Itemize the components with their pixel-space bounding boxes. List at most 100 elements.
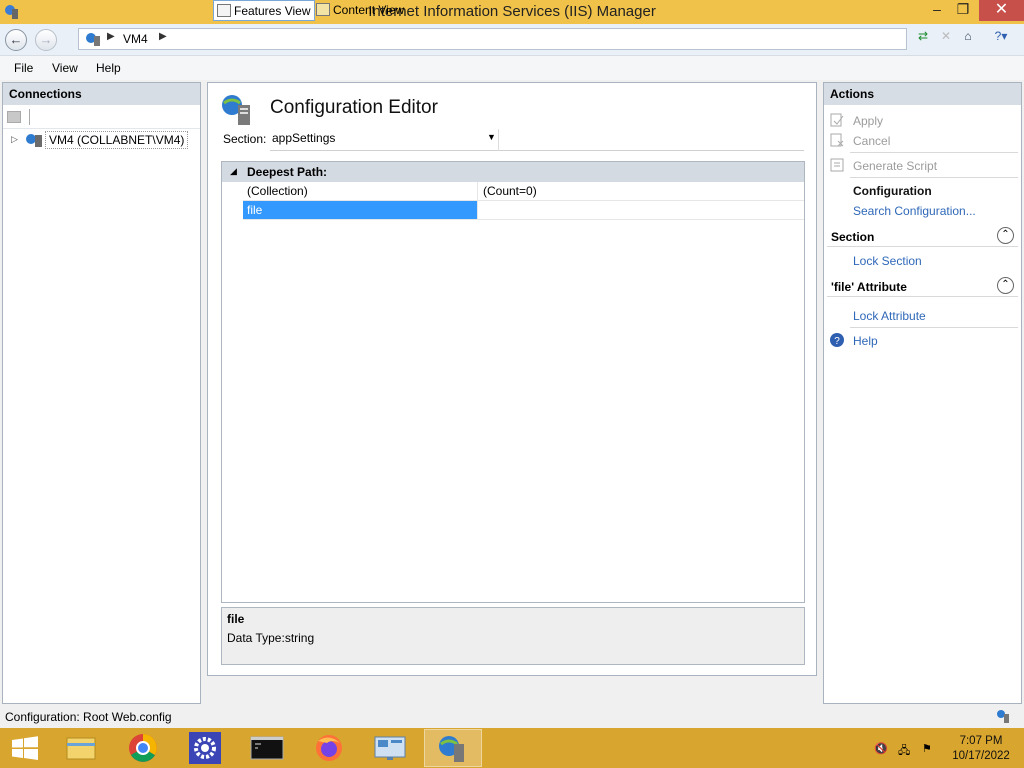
generate-script-action[interactable]: Generate Script — [853, 159, 937, 173]
menu-help[interactable]: Help — [96, 61, 121, 75]
apply-action[interactable]: Apply — [853, 114, 883, 128]
expand-arrow-icon[interactable]: ▷ — [11, 134, 18, 145]
configuration-editor-panel: Configuration Editor Section: appSetting… — [207, 82, 817, 676]
property-name[interactable]: file — [243, 201, 478, 219]
help-icon: ? — [830, 333, 844, 347]
network-icon[interactable]: 🖧 — [898, 742, 914, 757]
connections-header: Connections — [3, 83, 200, 105]
server-icon — [26, 134, 42, 147]
forward-button[interactable]: → — [35, 29, 57, 51]
address-bar: ← → ▶ VM4 ▶ ⇄ ✕ ⌂ ?▾ — [0, 24, 1024, 56]
dropdown-divider — [498, 129, 499, 151]
property-row[interactable]: file — [243, 201, 804, 220]
control-panel-button[interactable] — [362, 729, 420, 767]
help-link[interactable]: Help — [853, 334, 878, 348]
page-title: Configuration Editor — [270, 97, 438, 118]
menu-bar: File View Help — [0, 56, 1024, 80]
tree-node-label[interactable]: VM4 (COLLABNET\VM4) — [45, 131, 189, 149]
server-manager-icon — [374, 736, 406, 760]
iis-manager-icon — [439, 736, 464, 762]
firefox-button[interactable] — [300, 729, 358, 767]
apply-icon — [830, 113, 844, 127]
taskbar-clock[interactable]: 7:07 PM 10/17/2022 — [946, 734, 1016, 764]
property-name[interactable]: (Collection) — [243, 182, 478, 200]
iis-manager-button[interactable] — [424, 729, 482, 767]
maximize-button[interactable]: ❐ — [950, 0, 976, 21]
chevron-down-icon[interactable]: ▼ — [487, 132, 496, 142]
section-group-title: Section — [831, 230, 875, 244]
collapse-up-icon[interactable]: ⌃ — [997, 277, 1014, 294]
collapse-up-icon[interactable]: ⌃ — [997, 227, 1014, 244]
content-view-icon — [316, 3, 330, 16]
tab-label: Content View — [333, 3, 405, 17]
section-value[interactable]: appSettings — [272, 131, 335, 145]
attribute-group-title: 'file' Attribute — [831, 280, 907, 294]
lock-section-link[interactable]: Lock Section — [853, 254, 922, 268]
cancel-icon — [830, 133, 844, 147]
file-explorer-button[interactable] — [52, 729, 110, 767]
lock-attribute-link[interactable]: Lock Attribute — [853, 309, 926, 323]
property-group-title: Deepest Path: — [247, 165, 328, 179]
title-bar: Internet Information Services (IIS) Mana… — [0, 0, 1024, 24]
description-name: file — [227, 612, 245, 626]
section-label: Section: — [223, 132, 267, 146]
generate-script-icon — [830, 158, 844, 172]
search-configuration-link[interactable]: Search Configuration... — [853, 204, 976, 218]
tree-node-vm4[interactable]: ▷ VM4 (COLLABNET\VM4) — [11, 131, 189, 149]
tab-features-view[interactable]: Features View — [213, 0, 316, 21]
connections-toolbar — [3, 105, 200, 129]
firefox-icon — [316, 735, 342, 761]
section-dropdown[interactable]: appSettings ▼ — [270, 129, 804, 151]
actions-separator — [850, 177, 1018, 178]
attribute-group-header[interactable]: 'file' Attribute ⌃ — [827, 275, 1018, 297]
windows-logo-icon — [12, 736, 38, 760]
clock-date: 10/17/2022 — [952, 750, 1010, 762]
description-type: Data Type:string — [227, 631, 315, 645]
help-dropdown-icon[interactable]: ?▾ — [986, 28, 1016, 46]
toolbar-separator — [29, 109, 30, 125]
property-value[interactable]: (Count=0) — [479, 182, 541, 200]
svg-text:?: ? — [834, 336, 840, 347]
clock-time: 7:07 PM — [959, 735, 1003, 747]
status-text: Configuration: Root Web.config — [5, 710, 172, 724]
breadcrumb-item-vm4[interactable]: VM4 — [123, 32, 148, 46]
section-group-header[interactable]: Section ⌃ — [827, 225, 1018, 247]
configuration-editor-icon — [222, 95, 250, 125]
menu-file[interactable]: File — [14, 61, 33, 75]
settings-button[interactable] — [176, 729, 234, 767]
server-globe-icon — [86, 33, 100, 46]
property-value[interactable] — [479, 201, 487, 205]
terminal-icon — [250, 736, 284, 760]
start-button[interactable] — [0, 729, 50, 767]
minimize-button[interactable]: – — [924, 0, 950, 21]
connect-icon[interactable]: ⇄ — [914, 28, 932, 46]
collapse-triangle-icon[interactable]: ◢ — [230, 166, 237, 177]
tab-label: Features View — [234, 4, 311, 18]
chrome-button[interactable] — [114, 729, 172, 767]
window-title: Internet Information Services (IIS) Mana… — [368, 3, 656, 20]
actions-separator — [850, 152, 1018, 153]
command-prompt-button[interactable] — [238, 729, 296, 767]
property-row[interactable]: (Collection) (Count=0) — [243, 182, 804, 201]
close-button[interactable]: ✕ — [979, 0, 1024, 21]
server-status-icon — [997, 710, 1009, 723]
volume-muted-icon[interactable]: 🔇 — [874, 742, 890, 756]
back-button[interactable]: ← — [5, 29, 27, 51]
taskbar: 🔇 🖧 ⚑ 7:07 PM 10/17/2022 — [0, 728, 1024, 768]
connect-toolbar-icon[interactable] — [7, 111, 21, 123]
property-group-header[interactable]: ◢ Deepest Path: — [222, 162, 804, 182]
stop-icon[interactable]: ✕ — [937, 28, 955, 46]
tab-content-view[interactable]: Content View — [313, 0, 408, 21]
home-icon[interactable]: ⌂ — [959, 28, 977, 46]
connections-panel: Connections ▷ VM4 (COLLABNET\VM4) — [2, 82, 201, 704]
cancel-action[interactable]: Cancel — [853, 134, 890, 148]
address-field[interactable]: ▶ VM4 ▶ — [78, 28, 907, 50]
action-center-icon[interactable]: ⚑ — [922, 742, 938, 756]
gear-icon — [189, 732, 221, 764]
breadcrumb-arrow-icon[interactable]: ▶ — [159, 31, 167, 42]
status-bar: Configuration: Root Web.config — [0, 706, 1024, 728]
breadcrumb-arrow-icon: ▶ — [107, 31, 115, 42]
actions-header: Actions — [824, 83, 1021, 105]
menu-view[interactable]: View — [52, 61, 78, 75]
chrome-icon — [129, 734, 157, 762]
